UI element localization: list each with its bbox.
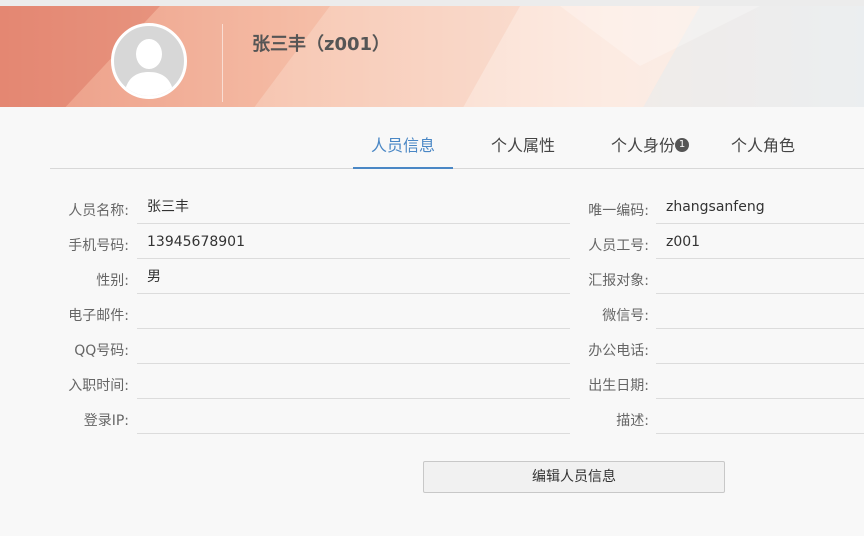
description-label: 描述: (616, 413, 649, 429)
description-field[interactable] (656, 400, 864, 434)
tab-label: 个人角色 (730, 136, 795, 155)
tab-label: 人员信息 (370, 136, 435, 155)
login-ip-field[interactable] (137, 400, 570, 434)
qq-field[interactable] (137, 330, 570, 364)
wechat-field[interactable] (656, 295, 864, 329)
gender-field[interactable]: 男 (137, 260, 570, 294)
edit-personnel-button[interactable]: 编辑人员信息 (423, 461, 725, 493)
email-field[interactable] (137, 295, 570, 329)
wechat-label: 微信号: (602, 308, 649, 324)
birth-date-field[interactable] (656, 365, 864, 399)
hire-date-field[interactable] (137, 365, 570, 399)
profile-tabs: 人员信息 个人属性 个人身份 1 个人角色 (50, 128, 864, 169)
birth-date-label: 出生日期: (588, 378, 649, 394)
tab-personal-attributes[interactable]: 个人属性 (473, 128, 573, 167)
name-field[interactable]: 张三丰 (137, 190, 570, 224)
tab-label: 个人属性 (490, 136, 555, 155)
mobile-label: 手机号码: (68, 238, 129, 254)
profile-banner: 张三丰（z001） (0, 0, 864, 107)
office-phone-field[interactable] (656, 330, 864, 364)
qq-label: QQ号码: (74, 343, 129, 359)
header-divider (222, 24, 223, 102)
avatar[interactable] (111, 23, 187, 99)
tab-personal-identity[interactable]: 个人身份 1 (593, 128, 693, 167)
count-badge: 1 (675, 138, 689, 152)
office-phone-label: 办公电话: (588, 343, 649, 359)
employee-id-label: 人员工号: (588, 238, 649, 254)
email-label: 电子邮件: (68, 308, 129, 324)
tab-personnel-info[interactable]: 人员信息 (353, 128, 453, 169)
unique-code-field[interactable]: zhangsanfeng (656, 190, 864, 224)
name-label: 人员名称: (68, 203, 129, 219)
mobile-field[interactable]: 13945678901 (137, 225, 570, 259)
hire-date-label: 入职时间: (68, 378, 129, 394)
report-to-label: 汇报对象: (588, 273, 649, 289)
login-ip-label: 登录IP: (83, 413, 129, 429)
unique-code-label: 唯一编码: (588, 203, 649, 219)
tab-label: 个人身份 (610, 136, 675, 155)
tab-personal-roles[interactable]: 个人角色 (713, 128, 813, 167)
report-to-field[interactable] (656, 260, 864, 294)
user-silhouette-icon (124, 39, 174, 96)
gender-label: 性别: (96, 273, 129, 289)
employee-id-field[interactable]: z001 (656, 225, 864, 259)
page-title: 张三丰（z001） (252, 34, 391, 55)
